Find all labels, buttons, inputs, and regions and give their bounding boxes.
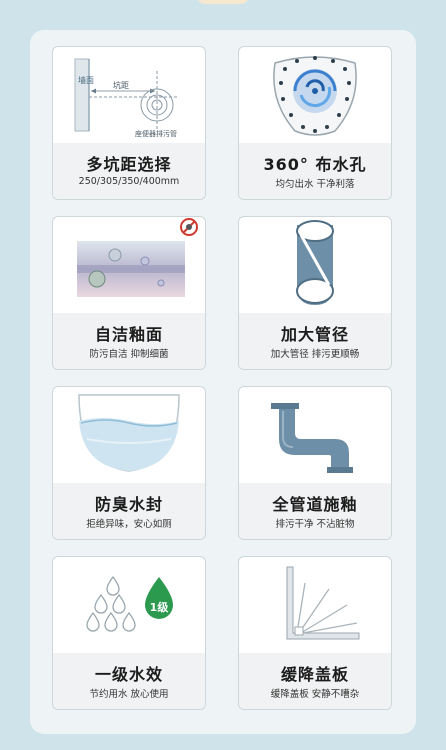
feature-label-area: 一级水效 节约用水 放心使用	[53, 653, 205, 709]
feature-card-water-holes: 360° 布水孔 均匀出水 干净利落	[238, 46, 392, 200]
grade-badge-text: 1级	[150, 600, 170, 614]
feature-title: 多坑距选择	[86, 155, 172, 174]
pit-distance-diagram-icon: 墙面 坑距 座便器排污管	[53, 47, 205, 143]
feature-subtitle: 排污干净 不沾脏物	[275, 519, 355, 530]
outlet-label: 座便器排污管	[135, 129, 177, 138]
feature-subtitle: 250/305/350/400mm	[78, 176, 180, 187]
top-decoration	[196, 0, 250, 4]
feature-label-area: 全管道施釉 排污干净 不沾脏物	[239, 483, 391, 539]
glaze-surface-icon	[53, 217, 205, 313]
feature-title: 加大管径	[280, 325, 349, 344]
feature-card-large-pipe: 加大管径 加大管径 排污更顺畅	[238, 216, 392, 370]
feature-title: 一级水效	[94, 665, 163, 684]
feature-subtitle: 均匀出水 干净利落	[275, 179, 355, 190]
feature-label-area: 自洁釉面 防污自洁 抑制细菌	[53, 313, 205, 369]
feature-label-area: 缓降盖板 缓降盖板 安静不嘈杂	[239, 653, 391, 709]
pit-distance-label: 坑距	[113, 80, 129, 90]
feature-title: 360° 布水孔	[263, 155, 367, 174]
feature-subtitle: 加大管径 排污更顺畅	[270, 349, 360, 360]
feature-label-area: 加大管径 加大管径 排污更顺畅	[239, 313, 391, 369]
water-drops-icon: 1级	[53, 557, 205, 653]
feature-label-area: 防臭水封 拒绝异味，安心如厕	[53, 483, 205, 539]
feature-card-water-efficiency: 1级 一级水效 节约用水 放心使用	[52, 556, 206, 710]
water-seal-icon	[53, 387, 205, 483]
feature-title: 全管道施釉	[272, 495, 358, 514]
feature-title: 自洁釉面	[94, 325, 163, 344]
feature-subtitle: 缓降盖板 安静不嘈杂	[270, 689, 360, 700]
feature-label-area: 多坑距选择 250/305/350/400mm	[53, 143, 205, 199]
feature-card-water-seal: 防臭水封 拒绝异味，安心如厕	[52, 386, 206, 540]
soft-close-lid-icon	[239, 557, 391, 653]
features-panel: 墙面 坑距 座便器排污管 多坑距选择 250/305/350/400mm 360…	[30, 30, 416, 734]
feature-card-glazed-pipe: 全管道施釉 排污干净 不沾脏物	[238, 386, 392, 540]
water-holes-icon	[239, 47, 391, 143]
feature-subtitle: 防污自洁 抑制细菌	[89, 349, 169, 360]
large-pipe-icon	[239, 217, 391, 313]
feature-label-area: 360° 布水孔 均匀出水 干净利落	[239, 143, 391, 199]
feature-card-soft-close: 缓降盖板 缓降盖板 安静不嘈杂	[238, 556, 392, 710]
feature-subtitle: 拒绝异味，安心如厕	[86, 519, 172, 530]
glazed-pipe-icon	[239, 387, 391, 483]
feature-subtitle: 节约用水 放心使用	[89, 689, 169, 700]
feature-title: 防臭水封	[94, 495, 163, 514]
feature-card-pit-distance: 墙面 坑距 座便器排污管 多坑距选择 250/305/350/400mm	[52, 46, 206, 200]
feature-title: 缓降盖板	[280, 665, 349, 684]
feature-card-glaze: 自洁釉面 防污自洁 抑制细菌	[52, 216, 206, 370]
wall-label: 墙面	[78, 75, 94, 85]
